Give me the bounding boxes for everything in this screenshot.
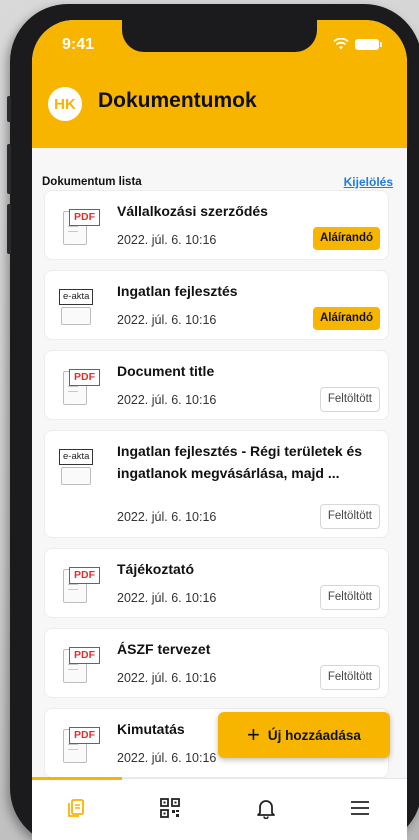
document-card[interactable]: e-akta Ingatlan fejlesztés 2022. júl. 6.… (44, 270, 389, 340)
tab-notifications[interactable] (248, 793, 284, 823)
tab-menu[interactable] (342, 793, 378, 823)
document-title: Ingatlan fejlesztés - Régi területek és … (117, 443, 363, 481)
document-card[interactable]: PDF Tájékoztató 2022. júl. 6. 10:16 Felt… (44, 548, 389, 618)
battery-icon (355, 38, 382, 50)
bottom-tab-bar (32, 777, 407, 840)
pdf-document-icon: PDF (59, 643, 100, 689)
folder-shape (61, 307, 91, 325)
document-title: Document title (117, 363, 215, 379)
wifi-icon (333, 38, 349, 50)
document-date: 2022. júl. 6. 10:16 (117, 233, 217, 247)
status-badge: Aláírandó (312, 307, 380, 330)
folder-shape (61, 467, 91, 485)
volume-up-button (7, 144, 11, 194)
document-title: Ingatlan fejlesztés (117, 283, 238, 299)
file-type-tag: PDF (69, 567, 100, 584)
file-type-tag: PDF (69, 647, 100, 664)
file-type-tag: e-akta (59, 289, 94, 305)
notch (122, 20, 317, 52)
list-title: Dokumentum lista (42, 176, 142, 188)
pdf-document-icon: PDF (59, 723, 100, 769)
document-title: Vállalkozási szerződés (117, 203, 268, 219)
document-card[interactable]: PDF Document title 2022. júl. 6. 10:16 F… (44, 350, 389, 420)
document-date: 2022. júl. 6. 10:16 (117, 591, 217, 605)
e-akta-document-icon: e-akta (59, 445, 97, 491)
document-date: 2022. júl. 6. 10:16 (117, 313, 217, 327)
avatar[interactable]: HK (48, 87, 82, 121)
document-title: Tájékoztató (117, 561, 195, 577)
status-time: 9:41 (62, 36, 95, 53)
active-tab-indicator (32, 777, 122, 780)
add-new-label: Új hozzáadása (267, 727, 361, 743)
document-date: 2022. júl. 6. 10:16 (117, 510, 217, 524)
qr-code-icon (160, 798, 180, 818)
pdf-document-icon: PDF (59, 365, 100, 411)
status-badge: Feltöltött (319, 665, 380, 690)
bell-icon (257, 800, 275, 819)
silent-switch (7, 96, 11, 122)
status-badge: Feltöltött (319, 585, 380, 610)
document-card[interactable]: PDF Vállalkozási szerződés 2022. júl. 6.… (44, 190, 389, 260)
status-badge: Feltöltött (319, 504, 380, 529)
file-type-tag: e-akta (59, 449, 94, 465)
file-type-tag: PDF (69, 369, 100, 386)
add-new-button[interactable]: + Új hozzáadása (218, 712, 390, 758)
file-type-tag: PDF (69, 209, 100, 226)
volume-down-button (7, 204, 11, 254)
document-card[interactable]: e-akta Ingatlan fejlesztés - Régi terüle… (44, 430, 389, 538)
tab-documents[interactable] (58, 793, 94, 823)
document-date: 2022. júl. 6. 10:16 (117, 751, 217, 765)
document-card[interactable]: PDF ÁSZF tervezet 2022. júl. 6. 10:16 Fe… (44, 628, 389, 698)
file-type-tag: PDF (69, 727, 100, 744)
pdf-document-icon: PDF (59, 205, 100, 251)
menu-icon (351, 801, 369, 815)
plus-icon: + (247, 722, 260, 747)
document-date: 2022. júl. 6. 10:16 (117, 393, 217, 407)
document-title: ÁSZF tervezet (117, 641, 211, 657)
app-screen: 9:41 HK Dokumentumok Dokumentum lista Ki… (32, 20, 407, 840)
status-badge: Aláírandó (312, 227, 380, 250)
document-date: 2022. júl. 6. 10:16 (117, 671, 217, 685)
select-link[interactable]: Kijelölés (344, 175, 393, 189)
e-akta-document-icon: e-akta (59, 285, 97, 331)
status-icons (333, 38, 382, 50)
tab-qr[interactable] (152, 793, 188, 823)
documents-icon (68, 799, 84, 817)
page-title: Dokumentumok (98, 89, 257, 112)
status-badge: Feltöltött (319, 387, 380, 412)
pdf-document-icon: PDF (59, 563, 100, 609)
app-header: 9:41 HK Dokumentumok (32, 20, 407, 148)
